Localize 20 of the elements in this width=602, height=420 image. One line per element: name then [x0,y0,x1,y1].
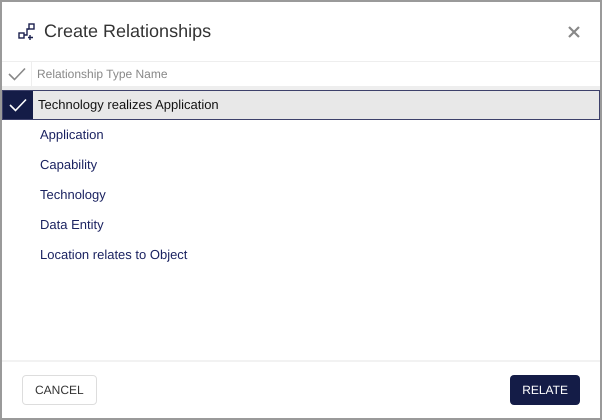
table-row[interactable]: Application [2,120,600,150]
column-header: Relationship Type Name [36,66,168,83]
check-icon [9,98,27,112]
select-all-check-icon [8,67,26,81]
dialog-title: Create Relationships [44,20,212,43]
cancel-button[interactable]: CANCEL [22,375,97,405]
table-cell-text: Technology [39,186,106,204]
table-row[interactable]: Data Entity [2,210,600,240]
table-cell-text: Data Entity [39,216,104,234]
table-row[interactable]: Capability [2,150,600,180]
table-cell-text: Capability [39,156,98,174]
table-row[interactable]: Technology realizes Application [2,90,600,120]
relationship-icon [18,22,36,40]
close-button[interactable] [568,26,580,38]
table-cell-text: Location relates to Object [39,246,188,264]
table-cell-text: Application [39,126,104,144]
table-row[interactable]: Technology [2,180,600,210]
table-cell-text: Technology realizes Application [37,96,219,114]
relate-button[interactable]: RELATE [510,375,580,405]
table-row[interactable]: Location relates to Object [2,240,600,270]
